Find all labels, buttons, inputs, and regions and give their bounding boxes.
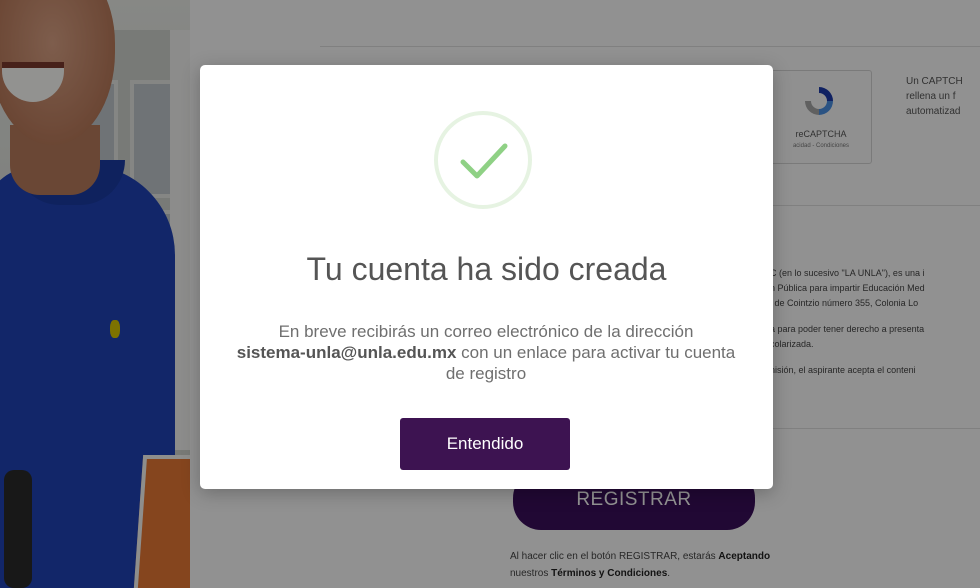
check-icon — [434, 111, 532, 209]
sender-email: sistema-unla@unla.edu.mx — [236, 343, 457, 362]
dialog-title: Tu cuenta ha sido creada — [306, 251, 667, 287]
success-dialog: Tu cuenta ha sido creada En breve recibi… — [200, 65, 773, 489]
message-outro: con un enlace para activar tu cuenta de … — [445, 343, 736, 383]
message-intro: En breve recibirás un correo electrónico… — [278, 322, 694, 341]
entendido-button[interactable]: Entendido — [400, 418, 570, 470]
dialog-message: En breve recibirás un correo electrónico… — [236, 321, 736, 384]
